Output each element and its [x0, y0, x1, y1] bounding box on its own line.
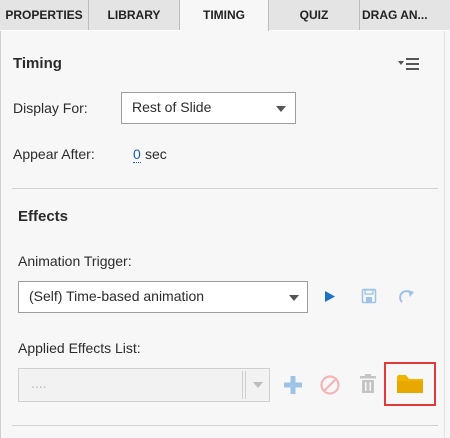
chevron-down-icon: [253, 382, 263, 388]
panel-menu-icon[interactable]: [398, 56, 422, 72]
redo-icon[interactable]: [398, 287, 416, 305]
chevron-down-icon: [276, 106, 286, 112]
chevron-down-icon: [289, 295, 299, 301]
remove-effect-icon[interactable]: [319, 374, 341, 396]
display-for-dropdown[interactable]: Rest of Slide: [121, 92, 296, 124]
appear-after-input[interactable]: 0: [133, 146, 141, 163]
effects-section-title: Effects: [18, 208, 69, 225]
section-divider: [12, 188, 438, 189]
animation-trigger-value: (Self) Time-based animation: [29, 288, 205, 304]
panel-scroll-edge: [444, 31, 450, 438]
panel-tab-bar: PROPERTIES LIBRARY TIMING QUIZ DRAG AN..…: [0, 0, 450, 31]
applied-effects-placeholder: ....: [31, 375, 47, 391]
trash-icon[interactable]: [358, 373, 378, 395]
save-icon[interactable]: [361, 288, 377, 304]
play-icon[interactable]: [324, 290, 336, 303]
animation-trigger-label: Animation Trigger:: [18, 253, 132, 269]
folder-button-highlight: [384, 362, 436, 406]
tab-quiz[interactable]: QUIZ: [269, 0, 360, 30]
tab-timing[interactable]: TIMING: [180, 0, 269, 31]
tab-drag-and-drop[interactable]: DRAG AN...: [360, 0, 450, 30]
display-for-label: Display For:: [13, 100, 88, 116]
display-for-value: Rest of Slide: [132, 99, 212, 115]
section-divider-bottom: [12, 425, 438, 426]
timing-section-title: Timing: [13, 55, 62, 72]
add-effect-icon[interactable]: [282, 374, 304, 396]
applied-effects-dropdown[interactable]: ....: [18, 368, 270, 402]
tab-library[interactable]: LIBRARY: [89, 0, 180, 30]
appear-after-unit: sec: [145, 146, 167, 162]
applied-effects-label: Applied Effects List:: [18, 340, 141, 356]
animation-trigger-dropdown[interactable]: (Self) Time-based animation: [18, 281, 308, 313]
tab-properties[interactable]: PROPERTIES: [0, 0, 89, 30]
menu-caret-icon: [398, 61, 404, 65]
appear-after-label: Appear After:: [13, 146, 95, 162]
